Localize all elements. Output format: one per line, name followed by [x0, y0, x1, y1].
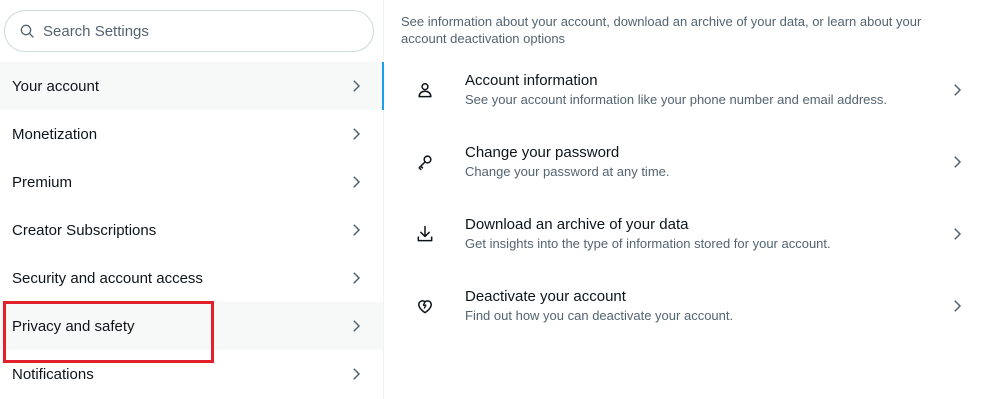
chevron-right-icon — [353, 224, 361, 236]
person-icon — [418, 83, 432, 98]
option-title: Download an archive of your data — [465, 216, 689, 233]
option-title: Account information — [465, 72, 598, 89]
chevron-right-icon — [353, 320, 361, 332]
option-title: Deactivate your account — [465, 288, 626, 305]
settings-sidebar: Your account Monetization Premium Creato… — [0, 0, 384, 399]
settings-detail-panel: See information about your account, down… — [384, 0, 985, 399]
option-download-archive[interactable]: Download an archive of your data Get ins… — [384, 202, 985, 274]
sidebar-item-label: Your account — [12, 77, 100, 95]
chevron-right-icon — [954, 300, 962, 312]
sidebar-item-label: Security and account access — [12, 269, 203, 287]
sidebar-item-creator-subscriptions[interactable]: Creator Subscriptions — [0, 206, 383, 254]
search-field[interactable] — [4, 10, 374, 52]
sidebar-item-label: Monetization — [12, 125, 98, 143]
broken-heart-icon — [418, 300, 432, 314]
sidebar-item-notifications[interactable]: Notifications — [0, 350, 383, 398]
section-description: See information about your account, down… — [401, 14, 922, 46]
option-title: Change your password — [465, 144, 620, 161]
sidebar-item-label: Premium — [12, 173, 73, 191]
sidebar-item-privacy[interactable]: Privacy and safety — [0, 302, 383, 350]
chevron-right-icon — [353, 176, 361, 188]
chevron-right-icon — [954, 156, 962, 168]
option-subtitle: Change your password at any time. — [465, 164, 670, 179]
chevron-right-icon — [353, 80, 361, 92]
key-icon — [418, 155, 432, 171]
option-subtitle: See your account information like your p… — [465, 92, 888, 107]
chevron-right-icon — [954, 84, 962, 96]
chevron-right-icon — [954, 228, 962, 240]
chevron-right-icon — [353, 368, 361, 380]
search-box[interactable] — [4, 10, 374, 52]
search-icon — [20, 24, 34, 38]
option-change-password[interactable]: Change your password Change your passwor… — [384, 130, 985, 202]
download-icon — [417, 225, 433, 242]
sidebar-menu: Your account Monetization Premium Creato… — [0, 62, 384, 398]
sidebar-item-premium[interactable]: Premium — [0, 158, 383, 206]
option-subtitle: Get insights into the type of informatio… — [465, 236, 831, 251]
search-input[interactable] — [41, 21, 345, 41]
sidebar-item-label: Notifications — [12, 365, 94, 383]
sidebar-item-label: Privacy and safety — [12, 317, 135, 335]
sidebar-item-your-account[interactable]: Your account — [0, 62, 384, 110]
option-account-information[interactable]: Account information See your account inf… — [384, 58, 985, 130]
option-subtitle: Find out how you can deactivate your acc… — [465, 308, 734, 323]
sidebar-item-security[interactable]: Security and account access — [0, 254, 383, 302]
option-deactivate-account[interactable]: Deactivate your account Find out how you… — [384, 274, 985, 346]
sidebar-item-monetization[interactable]: Monetization — [0, 110, 383, 158]
chevron-right-icon — [353, 128, 361, 140]
chevron-right-icon — [353, 272, 361, 284]
sidebar-item-label: Creator Subscriptions — [12, 221, 157, 239]
